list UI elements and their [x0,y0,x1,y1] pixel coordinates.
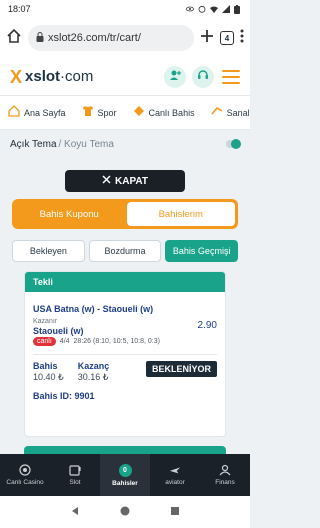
support-button[interactable] [192,65,214,88]
site-logo[interactable]: X xslot·com [10,68,158,86]
bottom-nav-finance[interactable]: Finans [200,454,250,496]
site-header: X xslot·com [0,58,250,96]
tab-bet-slip[interactable]: Bahis Kuponu [15,202,124,226]
status-icons [186,5,242,14]
status-bar: 18:07 [0,0,250,18]
tab-cashout[interactable]: Bozdurma [88,240,162,262]
odds-value: 2.90 [197,319,217,331]
selection-name: Staoueli (w) [33,326,84,336]
system-nav-bar [0,496,250,528]
tab-pending[interactable]: Bekleyen [12,240,85,262]
eye-icon [186,5,194,13]
signal-icon [222,5,230,13]
wifi-icon [210,5,218,13]
logo-mark: X [10,66,23,87]
coupon-tabs: Bahis Kuponu Bahislerim [12,199,238,229]
close-icon [102,175,111,187]
winnings-value: 30.16 ₺ [77,372,109,382]
hamburger-menu-icon[interactable] [222,69,240,84]
nav-item-home[interactable]: Ana Sayfa [0,96,74,129]
dark-theme-label[interactable]: / Koyu Tema [59,139,227,150]
divider [33,354,217,355]
bet-type: Tekli [25,272,225,292]
nav-label: Canlı Bahis [148,107,195,118]
nav-label: Sanal [226,107,250,118]
tab-my-bets[interactable]: Bahislerim [126,202,235,226]
live-badge: canlı [33,337,56,346]
bottom-nav-bets[interactable]: 0 Bahisler [100,454,150,496]
home-icon [8,105,20,120]
main-nav: Ana Sayfa Spor Canlı Bahis Sanal [0,96,250,130]
tab-switcher-button[interactable]: 4 [220,31,234,45]
bottom-nav-live-casino[interactable]: Canlı Casino [0,454,50,496]
bet-card: Tekli USA Batna (w) - Staoueli (w) Kazan… [24,271,226,437]
bottom-nav-label: Canlı Casino [6,479,44,486]
live-icon [133,105,145,120]
next-bet-card [24,446,226,454]
virtual-icon [210,105,223,120]
close-button[interactable]: KAPAT [65,170,185,192]
tab-bet-history[interactable]: Bahis Geçmişi [165,240,239,262]
nav-label: Ana Sayfa [24,107,66,118]
bet-id: Bahis ID: 9901 [33,391,95,401]
plane-icon [169,464,181,476]
market-name: Kazanır [33,318,58,325]
user-icon [219,464,231,476]
add-user-button[interactable] [164,65,186,88]
stake-value: 10.40 ₺ [33,372,64,382]
bottom-nav-label: aviator [165,479,185,486]
bottom-nav-label: Finans [215,479,235,486]
headset-icon [197,68,209,86]
browser-toolbar: xslot26.com/tr/cart/ 4 [0,18,250,58]
stake-block: Bahis 10.40 ₺ [33,361,64,383]
jersey-icon [82,105,94,120]
add-user-icon [169,68,181,86]
bottom-nav-aviator[interactable]: aviator [150,454,200,496]
logo-text: xslot·com [25,68,94,85]
match-name: USA Batna (w) - Staoueli (w) [33,304,154,314]
more-options-icon[interactable] [240,29,244,48]
status-badge: BEKLENİYOR [145,361,217,377]
stake-label: Bahis [33,361,58,371]
home-icon[interactable] [6,28,22,49]
close-label: KAPAT [115,175,148,187]
bottom-nav-label: Slot [69,479,81,486]
winnings-label: Kazanç [77,361,110,371]
status-time: 18:07 [8,4,31,14]
light-theme-label[interactable]: Açık Tema [10,139,57,150]
nav-item-virtual[interactable]: Sanal [203,96,250,129]
score: 28:26 (8:10, 10:5, 10:8, 0:3) [73,338,160,345]
nav-item-sport[interactable]: Spor [74,96,125,129]
bet-filter-tabs: Bekleyen Bozdurma Bahis Geçmişi [12,240,239,262]
bets-count-badge: 0 [118,463,132,477]
period: 4/4 [59,338,70,345]
lock-icon [36,31,44,45]
back-icon[interactable] [70,503,80,521]
roulette-icon [19,464,31,476]
recents-icon[interactable] [170,503,180,521]
winnings-block: Kazanç 30.16 ₺ [78,361,110,383]
theme-switcher: Açık Tema / Koyu Tema [0,130,250,158]
home-circle-icon[interactable] [120,503,130,521]
bottom-nav-slot[interactable]: Slot [50,454,100,496]
bottom-nav: Canlı Casino Slot 0 Bahisler aviator Fin… [0,454,250,496]
new-tab-icon[interactable] [200,29,214,48]
alarm-icon [198,5,206,13]
address-bar[interactable]: xslot26.com/tr/cart/ [28,25,194,51]
nav-item-live-betting[interactable]: Canlı Bahis [125,96,203,129]
slot-machine-icon [69,464,81,476]
bottom-nav-label: Bahisler [112,479,138,487]
theme-toggle[interactable] [226,139,241,149]
battery-icon [234,5,242,14]
nav-label: Spor [97,107,117,118]
url-text: xslot26.com/tr/cart/ [48,32,141,44]
